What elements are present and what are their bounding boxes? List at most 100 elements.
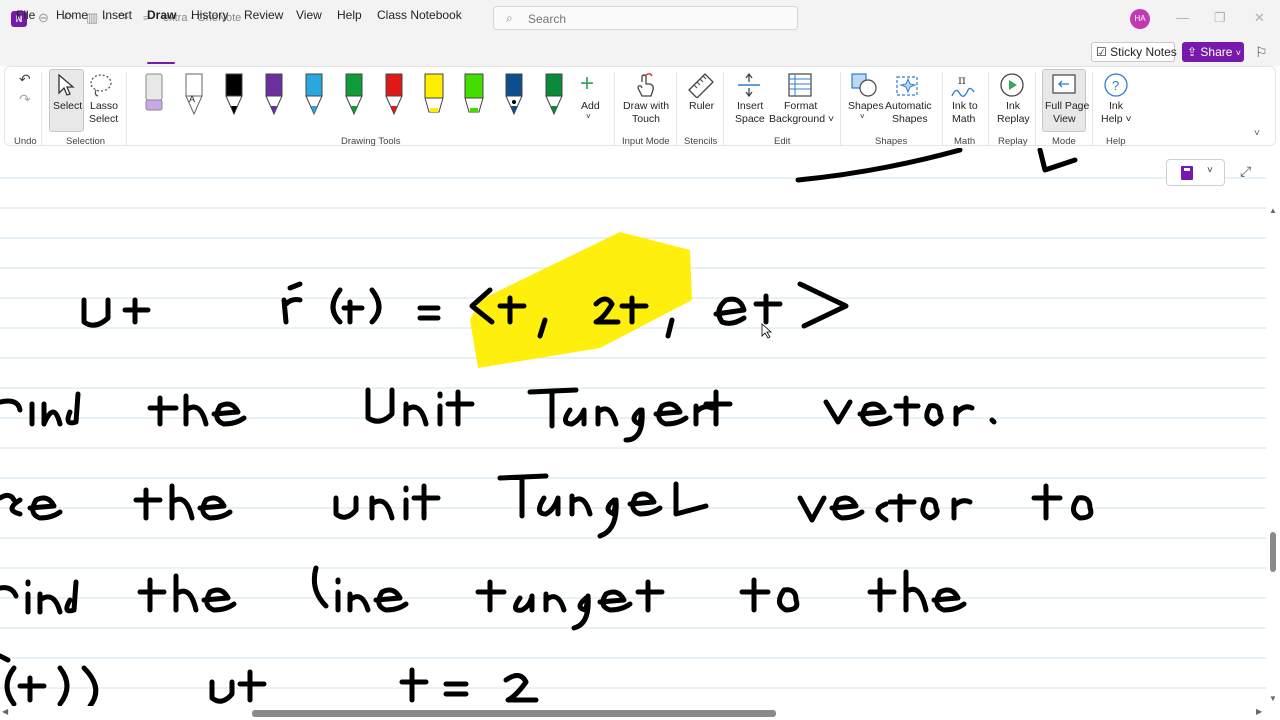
ribbon-separator (988, 72, 989, 146)
pen-red[interactable] (383, 72, 405, 116)
share-label: Share (1200, 45, 1233, 59)
close-icon[interactable]: ✕ (1254, 10, 1265, 26)
share-chevron-icon: ˅ (1235, 48, 1242, 58)
pen-dark-green[interactable] (543, 72, 565, 116)
svg-text:?: ? (1112, 78, 1119, 93)
scroll-down-icon[interactable]: ▼ (1269, 694, 1277, 703)
automatic-shapes-label-1[interactable]: Automatic (885, 100, 932, 112)
menu-bar (0, 38, 1280, 66)
add-pen-chevron-icon[interactable]: ˅ (586, 112, 591, 121)
group-label-selection: Selection (66, 136, 106, 147)
share-icon: ⇪ (1187, 45, 1198, 59)
group-label-input-mode: Input Mode (622, 136, 670, 147)
minimize-icon[interactable]: — (1176, 10, 1189, 25)
notebook-switcher-button[interactable]: ˅ (1166, 159, 1225, 186)
group-label-undo: Undo (14, 136, 37, 147)
insert-space-icon[interactable] (736, 72, 762, 98)
group-label-drawing-tools: Drawing Tools (341, 136, 401, 147)
group-label-help: Help (1106, 136, 1126, 147)
ink-replay-label-2[interactable]: Replay (997, 113, 1030, 125)
ink-replay-label-1[interactable]: Ink (1006, 100, 1020, 112)
scroll-up-icon[interactable]: ▲ (1269, 206, 1277, 215)
ink-replay-icon[interactable] (998, 72, 1026, 98)
pen-pencil[interactable]: A (183, 72, 205, 116)
highlighter-green[interactable] (463, 72, 485, 116)
scroll-left-icon[interactable]: ◀ (2, 707, 8, 716)
add-pen-icon[interactable]: + (580, 70, 594, 98)
sticky-notes-label: Sticky Notes (1110, 45, 1177, 59)
pen-green[interactable] (343, 72, 365, 116)
lasso-icon[interactable] (88, 72, 114, 98)
back-icon[interactable]: ⊖ (38, 10, 49, 26)
format-background-icon[interactable] (787, 72, 813, 98)
group-label-math: Math (954, 136, 976, 147)
pen-light-blue[interactable] (303, 72, 325, 116)
ink-help-icon[interactable]: ? (1102, 72, 1130, 98)
tab-help[interactable]: Help (337, 8, 362, 22)
sticky-notes-icon: ☑ (1096, 45, 1107, 59)
draw-touch-label-1[interactable]: Draw with (623, 100, 669, 112)
avatar[interactable]: HA (1130, 9, 1150, 29)
ribbon-separator (723, 72, 724, 146)
automatic-shapes-icon[interactable] (894, 71, 922, 99)
vertical-scroll-thumb[interactable] (1270, 532, 1276, 572)
search-input[interactable] (526, 10, 790, 28)
undo-icon[interactable]: ↶ (19, 71, 31, 88)
pen-dark-blue-selected[interactable] (503, 72, 525, 116)
note-canvas[interactable] (0, 148, 1266, 706)
tab-file[interactable]: File (16, 8, 35, 22)
svg-text:π: π (958, 73, 966, 87)
ink-help-label-2[interactable]: Help ˅ (1101, 113, 1132, 125)
horizontal-scroll-thumb[interactable] (252, 710, 776, 717)
tab-home[interactable]: Home (56, 8, 88, 22)
tab-draw[interactable]: Draw (147, 8, 176, 22)
tab-insert[interactable]: Insert (102, 8, 132, 22)
expand-icon[interactable]: ⤢ (1240, 163, 1251, 180)
maximize-icon[interactable]: ❐ (1214, 10, 1226, 26)
shapes-icon[interactable] (850, 72, 878, 98)
pen-black[interactable] (223, 72, 245, 116)
svg-text:A: A (189, 94, 195, 104)
sticky-notes-button[interactable]: ☑ Sticky Notes (1091, 42, 1177, 62)
shapes-label[interactable]: Shapes (848, 100, 884, 112)
scroll-right-icon[interactable]: ▶ (1256, 707, 1262, 716)
pen-purple[interactable] (263, 72, 285, 116)
tab-class-notebook[interactable]: Class Notebook (377, 8, 462, 22)
ribbon-separator (126, 72, 127, 146)
ruler-icon[interactable] (687, 72, 715, 98)
shapes-chevron-icon[interactable]: ˅ (860, 112, 865, 121)
vertical-scrollbar[interactable] (1266, 206, 1280, 706)
share-button[interactable]: ⇪ Share ˅ (1182, 42, 1244, 62)
tab-history[interactable]: History (191, 8, 228, 22)
highlighter-yellow[interactable] (423, 72, 445, 116)
active-tab-indicator (147, 62, 175, 64)
ribbon-collapse-chevron-icon[interactable]: ˅ (1254, 128, 1260, 139)
insert-space-label-2[interactable]: Space (735, 113, 765, 125)
ink-to-math-icon[interactable]: π (950, 72, 978, 98)
ink-help-label-1[interactable]: Ink (1109, 100, 1123, 112)
notebook-icon (1181, 166, 1193, 180)
lasso-label-1[interactable]: Lasso (90, 100, 118, 112)
notebook-switcher-chevron-icon: ˅ (1207, 165, 1213, 176)
format-background-label-2[interactable]: Background ˅ (769, 113, 834, 125)
automatic-shapes-label-2[interactable]: Shapes (892, 113, 928, 125)
full-page-view-label-1: Full Page (1045, 100, 1090, 112)
group-label-shapes: Shapes (875, 136, 908, 147)
pen-eraser[interactable] (143, 72, 165, 116)
draw-touch-label-2[interactable]: Touch (632, 113, 660, 125)
ribbon-separator (41, 72, 42, 146)
redo-icon[interactable]: ↷ (19, 91, 31, 108)
full-page-view-label-2: View (1053, 113, 1076, 125)
tab-review[interactable]: Review (244, 8, 283, 22)
add-pen-label[interactable]: Add (581, 100, 600, 112)
feedback-icon[interactable]: ⚐ (1255, 44, 1268, 61)
insert-space-label-1[interactable]: Insert (737, 100, 763, 112)
ink-to-math-label-1[interactable]: Ink to (952, 100, 978, 112)
ruler-label[interactable]: Ruler (689, 100, 714, 112)
tab-view[interactable]: View (296, 8, 322, 22)
search-box[interactable]: ⌕ (493, 6, 798, 30)
format-background-label-1[interactable]: Format (784, 100, 817, 112)
lasso-label-2[interactable]: Select (89, 113, 118, 125)
touch-hand-icon[interactable] (632, 72, 658, 98)
ink-to-math-label-2[interactable]: Math (952, 113, 975, 125)
